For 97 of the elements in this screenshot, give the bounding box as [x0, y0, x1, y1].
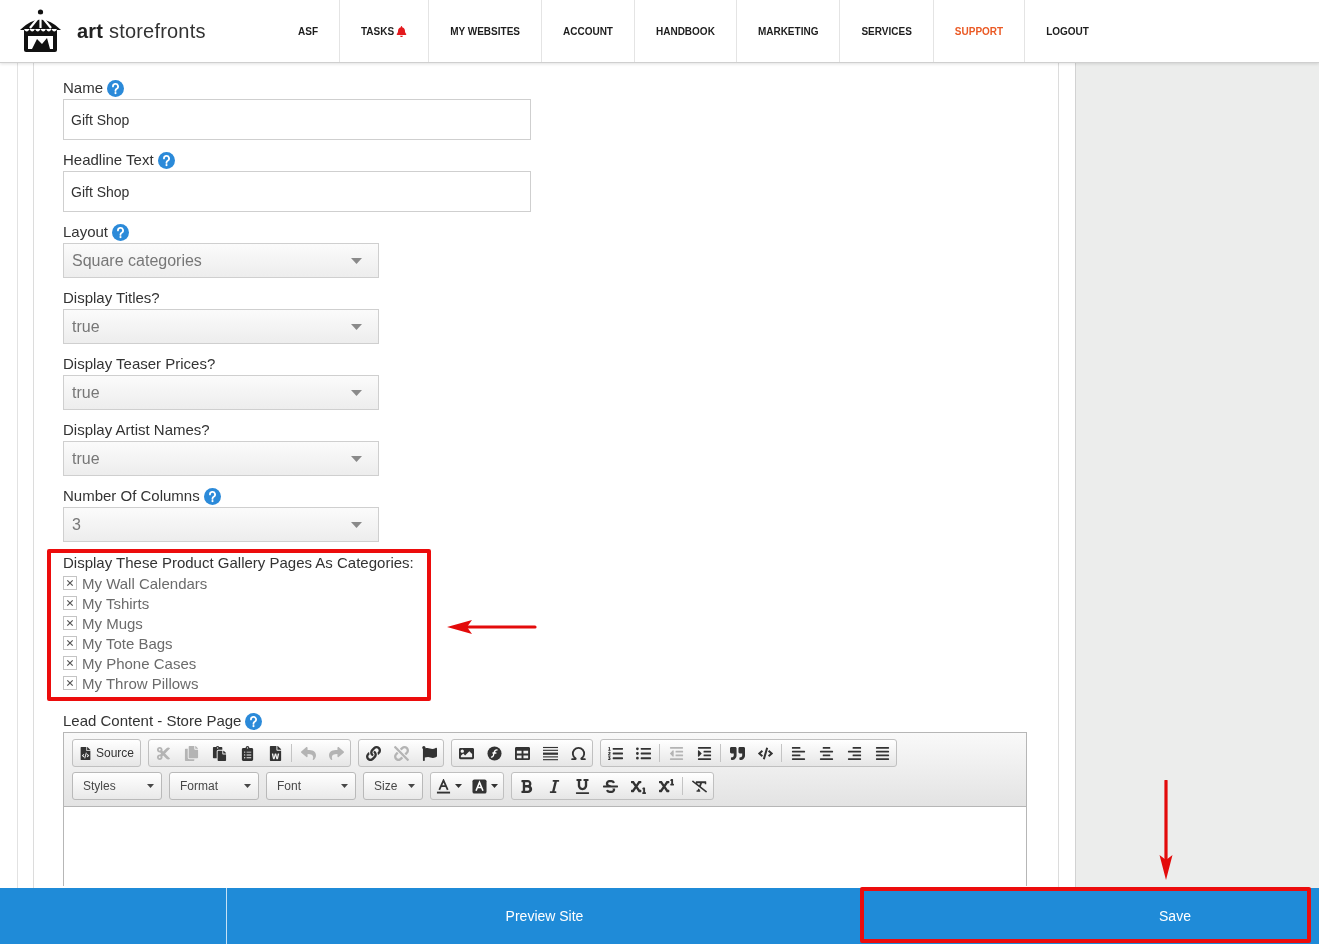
caret-icon — [455, 784, 462, 788]
link-icon — [365, 745, 381, 761]
table-icon — [514, 745, 530, 761]
underlined-a-icon — [436, 778, 451, 794]
caret-icon — [408, 784, 415, 788]
toolbar-button[interactable]: Source — [73, 740, 141, 766]
caret-icon — [147, 784, 154, 788]
align-left-icon — [790, 745, 806, 761]
image-icon — [458, 745, 474, 761]
help-icon[interactable] — [203, 487, 221, 505]
checkbox[interactable] — [63, 596, 77, 610]
horizontal-lines-icon — [542, 745, 558, 761]
toolbar-dropdown[interactable]: Styles — [72, 772, 162, 800]
checkbox[interactable] — [63, 636, 77, 650]
checkbox[interactable] — [63, 676, 77, 690]
text-input[interactable]: Gift Shop — [63, 171, 531, 212]
align-justify-icon — [874, 745, 890, 761]
field-label: Display Artist Names? — [63, 420, 210, 440]
nav-link[interactable]: MY WEBSITES — [428, 0, 541, 62]
checkbox-label: My Tote Bags — [82, 634, 173, 652]
checkbox[interactable] — [63, 656, 77, 670]
section-label: Display These Product Gallery Pages As Categories: — [63, 553, 415, 573]
underline-icon — [574, 778, 590, 794]
text-input[interactable]: Gift Shop — [63, 99, 531, 140]
checkbox-label: My Phone Cases — [82, 654, 197, 672]
action-button[interactable]: Preview Site — [227, 888, 862, 944]
toolbar-dropdown[interactable]: Format — [169, 772, 259, 800]
help-icon[interactable] — [245, 712, 263, 730]
boxed-a-icon — [472, 778, 487, 794]
nav-link[interactable]: TASKS — [339, 0, 429, 62]
numbered-list-icon — [607, 745, 623, 761]
field-label: Layout — [63, 222, 109, 242]
bell-icon — [396, 25, 408, 37]
checkbox-label: My Tshirts — [82, 594, 150, 612]
align-right-icon — [846, 745, 862, 761]
field-label: Headline Text — [63, 150, 154, 170]
superscript-icon — [658, 778, 674, 794]
clipboard-icon — [211, 745, 227, 761]
strikethrough-icon — [602, 778, 618, 794]
subscript-icon — [630, 778, 646, 794]
help-icon[interactable] — [107, 79, 124, 97]
action-button[interactable]: Save — [862, 888, 1319, 944]
nav-link[interactable]: SUPPORT — [932, 0, 1025, 62]
align-center-icon — [818, 745, 834, 761]
checkbox-label: My Wall Calendars — [82, 574, 208, 592]
nav-link[interactable]: LOGOUT — [1024, 0, 1110, 62]
caret-icon — [351, 389, 362, 396]
caret-icon — [244, 784, 251, 788]
nav-link[interactable]: SERVICES — [839, 0, 933, 62]
checkbox[interactable] — [63, 616, 77, 630]
clipboard-list-icon — [239, 745, 255, 761]
dropdown[interactable]: true — [63, 375, 379, 410]
bold-icon — [518, 778, 534, 794]
checkbox-label: My Mugs — [82, 614, 143, 632]
quote-icon — [729, 745, 745, 761]
dropdown[interactable]: true — [63, 441, 379, 476]
logo-icon[interactable] — [18, 9, 63, 53]
scissors-icon — [155, 745, 171, 761]
flag-icon — [421, 745, 437, 761]
caret-icon — [351, 323, 362, 330]
caret-icon — [341, 784, 348, 788]
indent-icon — [696, 745, 712, 761]
brand-name: art storefronts — [77, 19, 206, 43]
dropdown[interactable]: true — [63, 309, 379, 344]
copy-icon — [183, 745, 199, 761]
checkbox-label: My Throw Pillows — [82, 674, 199, 692]
help-icon[interactable] — [157, 151, 175, 169]
field-label: Display Titles? — [63, 288, 160, 308]
outdent-icon — [668, 745, 684, 761]
bulleted-list-icon — [635, 745, 651, 761]
field-label: Name — [63, 78, 103, 98]
field-label: Display Teaser Prices? — [63, 354, 216, 374]
code-file-icon — [79, 746, 92, 760]
flash-disc-icon — [486, 745, 502, 761]
toolbar-dropdown[interactable]: Font — [266, 772, 356, 800]
nav-link[interactable]: HANDBOOK — [634, 0, 736, 62]
dropdown[interactable]: Square categories — [63, 243, 379, 278]
broken-link-icon — [393, 745, 409, 761]
nav-link[interactable]: ACCOUNT — [541, 0, 634, 62]
field-label: Lead Content - Store Page — [63, 711, 242, 731]
help-icon[interactable] — [112, 223, 130, 241]
remove-format-icon — [691, 778, 707, 794]
dropdown[interactable]: 3 — [63, 507, 379, 542]
toolbar-dropdown[interactable]: Size — [363, 772, 423, 800]
curved-arrow-left-icon — [300, 745, 316, 761]
caret-icon — [351, 257, 362, 264]
caret-icon — [491, 784, 498, 788]
word-file-icon — [267, 745, 283, 761]
field-label: Number Of Columns — [63, 486, 200, 506]
curved-arrow-right-icon — [328, 745, 344, 761]
nav-link[interactable]: ASF — [277, 0, 339, 62]
caret-icon — [351, 455, 362, 462]
caret-icon — [351, 521, 362, 528]
checkbox[interactable] — [63, 576, 77, 590]
nav-link[interactable]: MARKETING — [735, 0, 840, 62]
omega-icon — [569, 744, 587, 762]
code-brackets-icon — [757, 745, 773, 761]
